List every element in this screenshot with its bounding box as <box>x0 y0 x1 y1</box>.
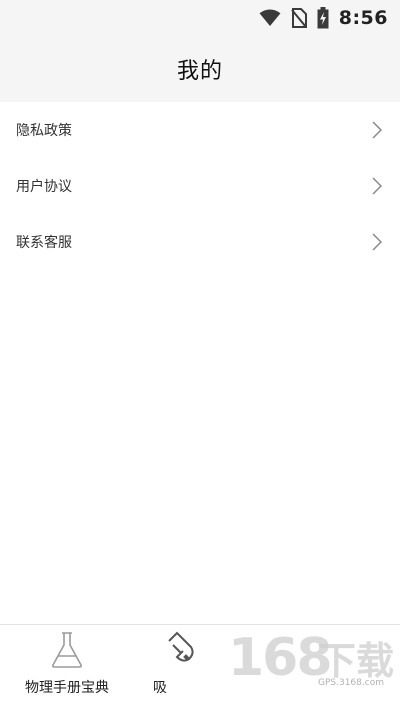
status-time: 8:56 <box>338 7 388 29</box>
menu-item-user-agreement[interactable]: 用户协议 <box>0 158 400 214</box>
no-sim-icon <box>290 8 307 28</box>
menu-item-label: 隐私政策 <box>16 123 72 139</box>
tab-label: 吸 <box>153 680 167 696</box>
tab-physics-handbook[interactable]: 物理手册宝典 <box>0 625 134 701</box>
chevron-right-icon <box>372 233 382 251</box>
menu-item-privacy-policy[interactable]: 隐私政策 <box>0 102 400 158</box>
menu-item-label: 联系客服 <box>16 235 72 251</box>
menu-item-contact-support[interactable]: 联系客服 <box>0 214 400 270</box>
menu-item-label: 用户协议 <box>16 179 72 195</box>
chevron-right-icon <box>372 177 382 195</box>
title-bar: 我的 <box>0 36 400 102</box>
menu-list: 隐私政策 用户协议 联系客服 <box>0 102 400 270</box>
chevron-right-icon <box>372 121 382 139</box>
status-bar: 8:56 <box>0 0 400 36</box>
bottom-tab-bar: 物理手册宝典 吸 <box>0 624 400 700</box>
tab-magnet[interactable]: 吸 <box>134 625 268 701</box>
page-title: 我的 <box>176 59 223 84</box>
magnet-icon <box>163 631 199 673</box>
tab-label: 物理手册宝典 <box>25 680 109 696</box>
wifi-icon <box>259 9 281 27</box>
battery-charging-icon <box>317 7 329 29</box>
flask-icon <box>49 631 85 673</box>
